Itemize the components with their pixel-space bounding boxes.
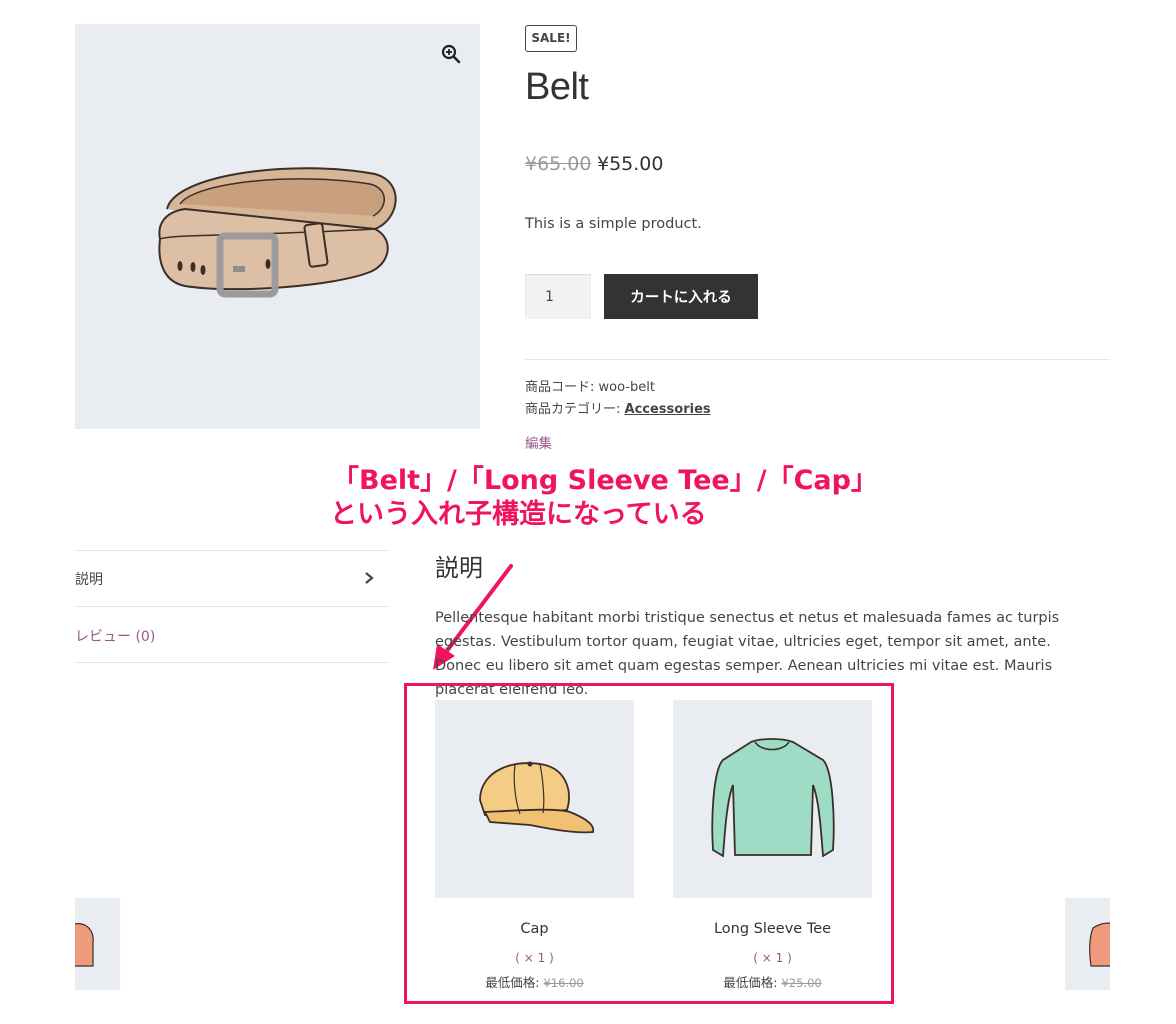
- sku-label: 商品コード:: [525, 380, 599, 395]
- edit-link[interactable]: 編集: [525, 432, 552, 452]
- nested-product-min-price: 最低価格: ¥25.00: [673, 972, 872, 991]
- related-product-thumbnail[interactable]: [75, 898, 120, 990]
- tab-reviews[interactable]: レビュー (0): [75, 607, 390, 663]
- nested-product-name[interactable]: Long Sleeve Tee: [673, 921, 872, 937]
- tab-reviews-label: レビュー (0): [75, 629, 156, 645]
- sale-price: ¥55.00: [597, 153, 664, 175]
- description-heading: 説明: [435, 554, 483, 582]
- min-price-label: 最低価格:: [723, 975, 782, 990]
- min-price-value: ¥25.00: [781, 976, 822, 990]
- nested-product-qty: ( × 1 ): [753, 951, 792, 965]
- category-link[interactable]: Accessories: [625, 402, 711, 417]
- min-price-value: ¥16.00: [543, 976, 584, 990]
- annotation-line-2: という入れ子構造になっている: [330, 499, 707, 530]
- beanie-image: [1089, 922, 1110, 967]
- long-sleeve-tee-image[interactable]: [673, 700, 872, 898]
- quantity-input[interactable]: [525, 274, 591, 319]
- min-price-label: 最低価格:: [485, 975, 544, 990]
- product-image[interactable]: [75, 24, 480, 429]
- divider: [525, 359, 1110, 360]
- sku-value: woo-belt: [598, 380, 655, 395]
- sale-badge: SALE!: [525, 25, 577, 52]
- related-product-thumbnail[interactable]: [1065, 898, 1110, 990]
- nested-product-min-price: 最低価格: ¥16.00: [435, 972, 634, 991]
- cap-image[interactable]: [435, 700, 634, 898]
- nested-product-qty: ( × 1 ): [515, 951, 554, 965]
- sku-meta: 商品コード: woo-belt: [525, 376, 655, 395]
- add-to-cart-button[interactable]: カートに入れる: [604, 274, 758, 319]
- product-title: Belt: [525, 66, 589, 108]
- short-description: This is a simple product.: [525, 216, 702, 232]
- zoom-icon[interactable]: [441, 44, 461, 64]
- category-meta: 商品カテゴリー: Accessories: [525, 398, 711, 417]
- tab-description[interactable]: 説明: [75, 551, 390, 607]
- nested-product-name[interactable]: Cap: [435, 921, 634, 937]
- chevron-right-icon: [365, 572, 374, 584]
- beanie-image: [75, 923, 94, 967]
- category-label: 商品カテゴリー:: [525, 402, 625, 417]
- tab-description-label: 説明: [75, 572, 103, 588]
- regular-price: ¥65.00: [525, 153, 592, 175]
- belt-image: [158, 167, 397, 298]
